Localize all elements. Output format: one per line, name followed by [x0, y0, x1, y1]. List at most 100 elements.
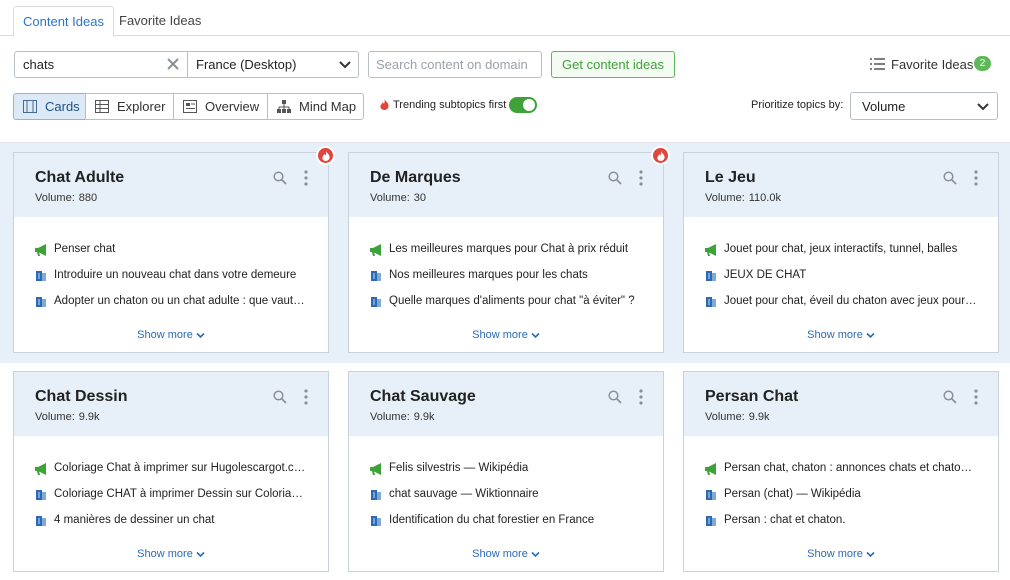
idea-item[interactable]: chat sauvage — Wiktionnaire — [370, 488, 650, 504]
card-title[interactable]: Persan Chat — [705, 388, 798, 406]
search-icon[interactable] — [943, 171, 957, 185]
idea-item[interactable]: Introduire un nouveau chat dans votre de… — [35, 269, 315, 285]
idea-text: Persan (chat) — Wikipédia — [724, 488, 861, 500]
more-options-icon[interactable] — [639, 170, 643, 186]
trending-toggle[interactable] — [509, 97, 537, 113]
show-more-label: Show more — [807, 329, 863, 341]
idea-item[interactable]: Penser chat — [35, 243, 315, 259]
tab-favorite-ideas[interactable]: Favorite Ideas — [110, 6, 210, 37]
megaphone-icon — [35, 463, 46, 475]
show-more-link[interactable]: Show more — [349, 548, 663, 560]
card-volume: Volume: 9.9k — [35, 411, 100, 423]
show-more-link[interactable]: Show more — [14, 329, 328, 341]
show-more-link[interactable]: Show more — [684, 329, 998, 341]
idea-item[interactable]: Persan chat, chaton : annonces chats et … — [705, 462, 985, 478]
idea-item[interactable]: Nos meilleures marques pour les chats — [370, 269, 650, 285]
volume-value: 9.9k — [748, 411, 770, 423]
show-more-link[interactable]: Show more — [349, 329, 663, 341]
card-title[interactable]: Chat Dessin — [35, 388, 127, 406]
idea-text: Introduire un nouveau chat dans votre de… — [54, 269, 297, 281]
more-options-icon[interactable] — [639, 389, 643, 405]
idea-item[interactable]: Persan : chat et chaton. — [705, 514, 985, 530]
show-more-link[interactable]: Show more — [14, 548, 328, 560]
idea-text: Les meilleures marques pour Chat à prix … — [389, 243, 629, 255]
card-title[interactable]: De Marques — [370, 169, 461, 187]
more-options-icon[interactable] — [974, 389, 978, 405]
idea-item[interactable]: Quelle marques d'aliments pour chat "à é… — [370, 295, 650, 311]
view-cards-button[interactable]: Cards — [13, 93, 86, 120]
idea-item[interactable]: Felis silvestris — Wikipédia — [370, 462, 650, 478]
idea-item[interactable]: Adopter un chaton ou un chat adulte : qu… — [35, 295, 315, 311]
idea-item[interactable]: Identification du chat forestier en Fran… — [370, 514, 650, 530]
trending-badge — [316, 146, 335, 165]
prioritize-select[interactable]: Volume — [850, 92, 998, 120]
view-overview-label: Overview — [205, 99, 260, 114]
question-icon — [36, 297, 46, 307]
chevron-down-icon — [866, 332, 875, 338]
card-header: Persan Chat Volume: 9.9k — [684, 372, 998, 436]
question-icon — [36, 490, 46, 500]
idea-text: Jouet pour chat, jeux interactifs, tunne… — [724, 243, 958, 255]
idea-item[interactable]: Coloriage CHAT à imprimer Dessin sur Col… — [35, 488, 315, 504]
clear-icon[interactable] — [165, 56, 181, 72]
card-title[interactable]: Chat Sauvage — [370, 388, 476, 406]
question-icon — [36, 271, 46, 281]
search-icon[interactable] — [608, 171, 622, 185]
tab-bar: Content Ideas Favorite Ideas — [0, 0, 1010, 37]
idea-item[interactable]: 4 manières de dessiner un chat — [35, 514, 315, 530]
volume-value: 9.9k — [78, 411, 100, 423]
search-icon[interactable] — [273, 390, 287, 404]
topic-search-input[interactable]: chats — [14, 51, 188, 78]
favorite-count-badge: 2 — [974, 56, 991, 71]
idea-item[interactable]: Persan (chat) — Wikipédia — [705, 488, 985, 504]
topic-card: Chat Sauvage Volume: 9.9k Felis silvestris … — [348, 371, 664, 572]
card-volume: Volume: 9.9k — [370, 411, 435, 423]
more-options-icon[interactable] — [304, 389, 308, 405]
idea-item[interactable]: JEUX DE CHAT — [705, 269, 985, 285]
chevron-down-icon — [339, 61, 351, 69]
chevron-down-icon — [196, 332, 205, 338]
show-more-label: Show more — [137, 548, 193, 560]
question-icon — [36, 516, 46, 526]
volume-label: Volume: — [705, 411, 745, 423]
more-options-icon[interactable] — [304, 170, 308, 186]
card-title[interactable]: Le Jeu — [705, 169, 756, 187]
get-content-ideas-button[interactable]: Get content ideas — [551, 51, 675, 78]
search-icon[interactable] — [608, 390, 622, 404]
view-explorer-label: Explorer — [117, 99, 166, 114]
card-volume: Volume: 110.0k — [705, 192, 781, 204]
idea-item[interactable]: Jouet pour chat, éveil du chaton avec je… — [705, 295, 985, 311]
topic-card: Persan Chat Volume: 9.9k Persan chat, chato… — [683, 371, 999, 572]
idea-item[interactable]: Coloriage Chat à imprimer sur Hugolescar… — [35, 462, 315, 478]
volume-label: Volume: — [705, 192, 745, 204]
view-explorer-button[interactable]: Explorer — [85, 93, 174, 120]
show-more-link[interactable]: Show more — [684, 548, 998, 560]
question-icon — [706, 516, 716, 526]
search-icon[interactable] — [273, 171, 287, 185]
idea-text: JEUX DE CHAT — [724, 269, 807, 281]
view-mindmap-label: Mind Map — [299, 99, 357, 114]
topic-card: Chat Adulte Volume: 880 Penser chat Introdui… — [13, 146, 335, 353]
chevron-down-icon — [196, 551, 205, 557]
search-icon[interactable] — [943, 390, 957, 404]
toggle-knob — [523, 99, 535, 111]
view-mindmap-button[interactable]: Mind Map — [267, 93, 364, 120]
show-more-label: Show more — [472, 548, 528, 560]
idea-text: Persan : chat et chaton. — [724, 514, 846, 526]
cards-icon — [23, 100, 37, 113]
chevron-down-icon — [531, 551, 540, 557]
idea-item[interactable]: Les meilleures marques pour Chat à prix … — [370, 243, 650, 259]
view-overview-button[interactable]: Overview — [173, 93, 268, 120]
volume-label: Volume: — [370, 411, 410, 423]
region-select[interactable]: France (Desktop) — [187, 51, 359, 78]
more-options-icon[interactable] — [974, 170, 978, 186]
show-more-label: Show more — [807, 548, 863, 560]
cards-grid: Chat Adulte Volume: 880 Penser chat Introdui… — [0, 142, 1010, 580]
idea-text: Jouet pour chat, éveil du chaton avec je… — [724, 295, 978, 307]
tab-content-ideas[interactable]: Content Ideas — [13, 6, 114, 37]
domain-search-input[interactable] — [368, 51, 542, 78]
card-volume: Volume: 30 — [370, 192, 426, 204]
idea-item[interactable]: Jouet pour chat, jeux interactifs, tunne… — [705, 243, 985, 259]
megaphone-icon — [370, 463, 381, 475]
card-title[interactable]: Chat Adulte — [35, 169, 124, 187]
